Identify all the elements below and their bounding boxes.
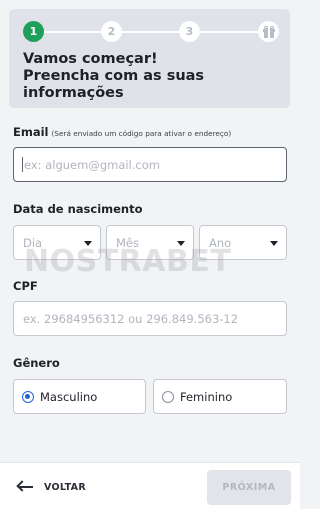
back-button[interactable]: VOLTAR: [16, 477, 86, 497]
email-placeholder: ex: alguem@gmail.com: [24, 157, 160, 172]
step-3: 3: [179, 21, 200, 42]
step-line: [33, 31, 269, 33]
month-placeholder: Mês: [116, 235, 139, 250]
back-button-label: VOLTAR: [44, 481, 86, 493]
month-select[interactable]: Mês: [106, 225, 194, 260]
gender-label: Gênero: [13, 356, 60, 370]
radio-unchecked-icon[interactable]: [162, 390, 174, 403]
gender-option-label: Masculino: [40, 389, 98, 404]
email-input[interactable]: ex: alguem@gmail.com: [13, 147, 287, 182]
day-select[interactable]: Dia: [13, 225, 101, 260]
text-cursor: [22, 157, 23, 172]
cpf-input[interactable]: ex. 29684956312 ou 296.849.563-12: [13, 301, 287, 336]
year-placeholder: Ano: [209, 235, 232, 250]
progress-header: 1 2 3 Vamos começar! Preencha com as sua…: [9, 9, 290, 108]
gift-icon: [262, 25, 275, 38]
year-select[interactable]: Ano: [199, 225, 287, 260]
birthdate-label: Data de nascimento: [13, 202, 143, 216]
step-indicator: 1 2 3: [23, 21, 279, 43]
next-button[interactable]: PRÓXIMA: [207, 470, 291, 505]
step-1: 1: [23, 21, 44, 42]
radio-checked-icon[interactable]: [22, 390, 34, 403]
gender-option-masculino[interactable]: Masculino: [13, 379, 146, 414]
email-hint: (Será enviado um código para ativar o en…: [51, 129, 232, 138]
chevron-down-icon: [270, 241, 278, 246]
step-2: 2: [101, 21, 122, 42]
email-label-text: Email: [13, 125, 49, 139]
next-button-label: PRÓXIMA: [222, 482, 276, 493]
footer-bar: VOLTAR PRÓXIMA: [0, 462, 300, 509]
page-title: Vamos começar! Preencha com as suas info…: [23, 51, 205, 101]
chevron-down-icon: [84, 241, 92, 246]
cpf-placeholder: ex. 29684956312 ou 296.849.563-12: [23, 311, 239, 326]
step-bonus: [258, 21, 279, 42]
cpf-label: CPF: [13, 279, 38, 293]
gender-option-label: Feminino: [180, 389, 233, 404]
arrow-left-icon: [16, 480, 33, 493]
gender-option-feminino[interactable]: Feminino: [153, 379, 287, 414]
day-placeholder: Dia: [23, 235, 43, 250]
chevron-down-icon: [177, 241, 185, 246]
email-label: Email (Será enviado um código para ativar…: [13, 125, 231, 139]
